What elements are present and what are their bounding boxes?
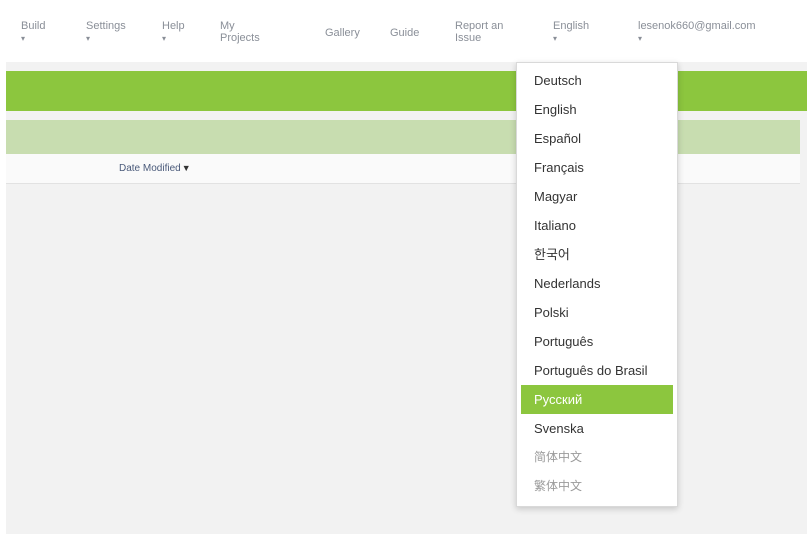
nav-build[interactable]: Build ▾: [21, 20, 45, 43]
nav-guide[interactable]: Guide: [390, 27, 419, 39]
language-option[interactable]: Français: [517, 153, 677, 182]
nav-my-projects-label: My Projects: [220, 20, 260, 44]
nav-gallery[interactable]: Gallery: [325, 27, 360, 39]
sort-down-icon: ▼: [181, 163, 191, 173]
nav-help[interactable]: Help ▾: [162, 20, 185, 43]
nav-account-label: lesenok660@gmail.com: [638, 20, 756, 32]
language-option[interactable]: Italiano: [517, 211, 677, 240]
nav-settings[interactable]: Settings ▾: [86, 20, 126, 43]
nav-report-issue-label: Report an Issue: [455, 20, 504, 44]
project-toolbar: [6, 71, 807, 111]
language-option[interactable]: Nederlands: [517, 269, 677, 298]
project-list-title-bar: [6, 120, 800, 154]
language-option[interactable]: Deutsch: [517, 66, 677, 95]
chevron-down-icon: ▾: [21, 34, 26, 43]
language-option-selected[interactable]: Русский: [521, 385, 673, 414]
language-option[interactable]: Español: [517, 124, 677, 153]
nav-language-label: English: [553, 20, 590, 32]
chevron-down-icon: ▾: [162, 34, 167, 43]
nav-account[interactable]: lesenok660@gmail.com ▾: [638, 20, 756, 43]
top-navigation-bar: Build ▾ Settings ▾ Help ▾ My Projects Ga…: [0, 0, 807, 62]
nav-guide-label: Guide: [390, 27, 420, 39]
language-option[interactable]: 한국어: [517, 240, 677, 269]
date-modified-column-header[interactable]: Date Modified▼: [119, 163, 191, 174]
language-option[interactable]: Português: [517, 327, 677, 356]
language-option[interactable]: Português do Brasil: [517, 356, 677, 385]
nav-my-projects[interactable]: My Projects: [220, 20, 260, 44]
chevron-down-icon: ▾: [86, 34, 91, 43]
chevron-down-icon: ▾: [638, 34, 643, 43]
language-option[interactable]: English: [517, 95, 677, 124]
nav-settings-label: Settings: [86, 20, 126, 32]
nav-help-label: Help: [162, 20, 185, 32]
date-modified-label: Date Modified: [119, 163, 181, 174]
nav-report-issue[interactable]: Report an Issue: [455, 20, 503, 44]
language-option[interactable]: 简体中文: [517, 443, 677, 472]
chevron-down-icon: ▾: [553, 34, 558, 43]
project-list-header: Date Modified▼: [6, 154, 800, 184]
language-dropdown-menu: Deutsch English Español Français Magyar …: [516, 62, 678, 507]
nav-language[interactable]: English ▾: [553, 20, 589, 43]
nav-gallery-label: Gallery: [325, 27, 360, 39]
language-option[interactable]: Svenska: [517, 414, 677, 443]
nav-build-label: Build: [21, 20, 46, 32]
language-option[interactable]: Polski: [517, 298, 677, 327]
language-option[interactable]: Magyar: [517, 182, 677, 211]
language-option[interactable]: 繁体中文: [517, 472, 677, 501]
